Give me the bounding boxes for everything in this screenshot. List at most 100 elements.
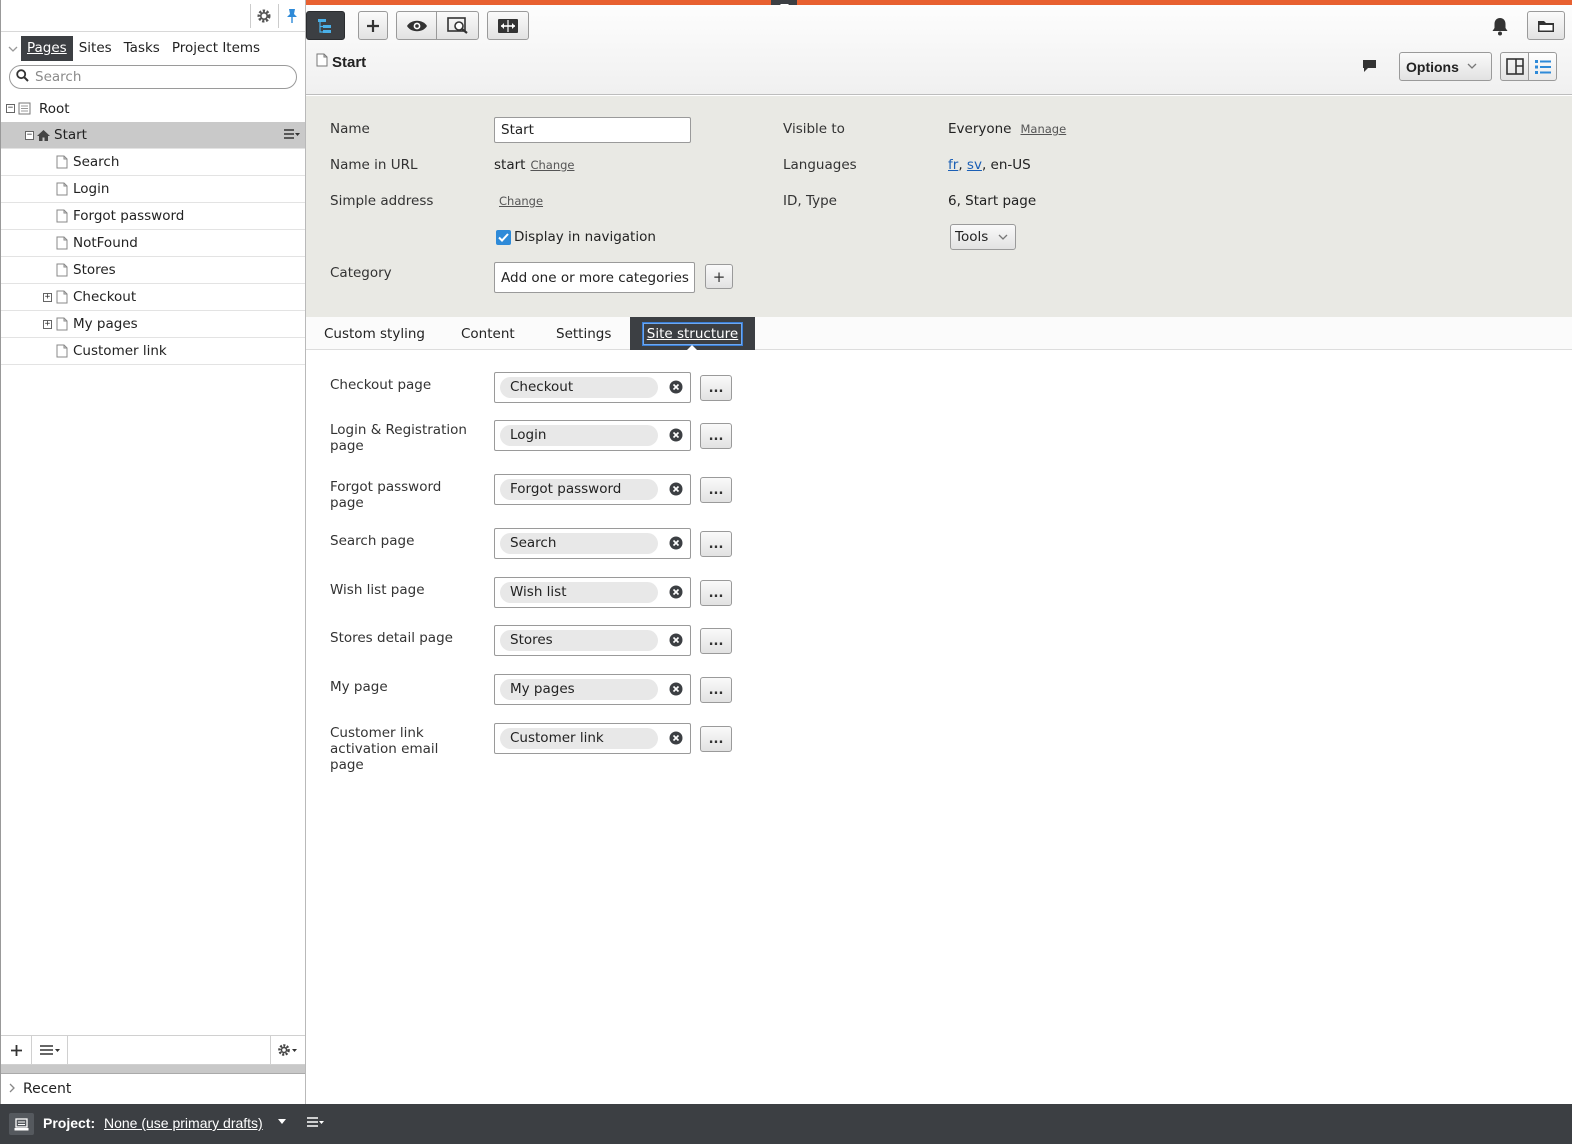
selected-page-chip: Checkout <box>500 377 658 398</box>
tree-node-login[interactable]: Login <box>1 176 305 203</box>
tree-node-start[interactable]: − Start <box>1 122 305 149</box>
on-page-edit-view-button[interactable] <box>1500 52 1529 81</box>
browse-button[interactable]: ... <box>700 677 732 703</box>
tree-node-notfound[interactable]: NotFound <box>1 230 305 257</box>
name-label: Name <box>330 121 370 137</box>
bell-icon[interactable] <box>1491 17 1509 40</box>
main-area: Start Options Name Name in URL start Chan… <box>306 0 1572 1104</box>
remove-icon[interactable] <box>669 633 683 647</box>
page-icon <box>56 155 68 169</box>
display-in-navigation-checkbox[interactable] <box>496 229 511 245</box>
pane-divider[interactable] <box>1 1065 305 1073</box>
remove-icon[interactable] <box>669 428 683 442</box>
recent-section[interactable]: Recent <box>1 1073 305 1104</box>
page-icon <box>56 209 68 223</box>
expand-icon[interactable]: + <box>43 292 52 302</box>
tree-node-label: Checkout <box>73 289 137 305</box>
add-page-button[interactable] <box>1 1036 32 1064</box>
tree-node-checkout[interactable]: + Checkout <box>1 284 305 311</box>
tree-node-search[interactable]: Search <box>1 149 305 176</box>
tab-settings[interactable]: Settings <box>556 317 611 350</box>
expand-icon[interactable]: + <box>43 319 52 329</box>
preview-eye-button[interactable] <box>396 11 437 40</box>
page-title-area: Start <box>316 53 366 71</box>
change-url-link[interactable]: Change <box>530 158 574 172</box>
language-link-sv[interactable]: sv <box>967 157 982 173</box>
add-category-button[interactable]: + <box>705 264 733 289</box>
content-selector[interactable]: Search <box>494 528 691 559</box>
remove-icon[interactable] <box>669 482 683 496</box>
browse-button[interactable]: ... <box>700 423 732 449</box>
remove-icon[interactable] <box>669 536 683 550</box>
project-menu-icon[interactable] <box>306 1116 324 1132</box>
browse-button[interactable]: ... <box>700 375 732 401</box>
project-overview-icon[interactable] <box>9 1113 34 1135</box>
tree-node-stores[interactable]: Stores <box>1 257 305 284</box>
project-selector[interactable]: None (use primary drafts) <box>104 1115 263 1131</box>
remove-icon[interactable] <box>669 585 683 599</box>
active-tab-pointer <box>686 345 698 351</box>
content-selector[interactable]: Customer link <box>494 723 691 754</box>
visible-to-value: Everyone <box>948 121 1012 137</box>
options-dropdown[interactable]: Options <box>1399 52 1492 81</box>
tab-site-structure[interactable]: Site structure <box>630 317 755 351</box>
tab-custom-styling[interactable]: Custom styling <box>324 317 425 350</box>
chevron-down-icon[interactable] <box>5 37 21 61</box>
collapse-icon[interactable]: − <box>6 104 15 113</box>
content-selector[interactable]: Wish list <box>494 577 691 608</box>
tools-dropdown[interactable]: Tools <box>950 224 1016 250</box>
content-selector[interactable]: My pages <box>494 674 691 705</box>
project-label: Project: <box>43 1115 96 1131</box>
content-selector[interactable]: Login <box>494 420 691 451</box>
selected-page-chip: Login <box>500 425 658 446</box>
all-properties-view-button[interactable] <box>1528 52 1557 81</box>
name-field[interactable] <box>494 117 691 143</box>
change-simple-address-link[interactable]: Change <box>499 194 543 208</box>
tree-menu-button[interactable] <box>32 1036 68 1064</box>
tree-node-customer-link[interactable]: Customer link <box>1 338 305 365</box>
caret-down-icon[interactable] <box>278 1117 286 1127</box>
browse-button[interactable]: ... <box>700 580 732 606</box>
display-in-navigation-label: Display in navigation <box>514 229 656 245</box>
tab-pages[interactable]: Pages <box>21 36 73 61</box>
remove-icon[interactable] <box>669 731 683 745</box>
manage-access-link[interactable]: Manage <box>1021 122 1067 136</box>
navigation-pane: Pages Sites Tasks Project Items − Root − St… <box>0 0 306 1104</box>
language-link-fr[interactable]: fr <box>948 157 958 173</box>
remove-icon[interactable] <box>669 380 683 394</box>
content-selector[interactable]: Checkout <box>494 372 691 403</box>
tree-node-my-pages[interactable]: + My pages <box>1 311 305 338</box>
category-selector[interactable]: Add one or more categories <box>494 262 695 293</box>
tree-node-root[interactable]: − Root <box>1 95 305 122</box>
pane-settings-gear-icon[interactable] <box>271 1036 305 1064</box>
tab-tasks[interactable]: Tasks <box>118 36 166 61</box>
page-tree-toggle-button[interactable] <box>306 11 345 40</box>
tab-sites[interactable]: Sites <box>73 36 118 61</box>
remove-icon[interactable] <box>669 682 683 696</box>
tab-content[interactable]: Content <box>461 317 515 350</box>
browse-button[interactable]: ... <box>700 531 732 557</box>
browse-button[interactable]: ... <box>700 628 732 654</box>
assets-pane-button[interactable] <box>1527 11 1565 40</box>
selected-page-chip: Search <box>500 533 658 554</box>
field-label: Forgot password page <box>330 479 442 511</box>
pin-icon[interactable] <box>278 4 304 28</box>
collapse-icon[interactable]: − <box>25 130 34 140</box>
compare-button[interactable] <box>487 11 529 40</box>
name-in-url-label: Name in URL <box>330 157 418 173</box>
browse-button[interactable]: ... <box>700 726 732 752</box>
view-settings-button[interactable] <box>436 11 479 40</box>
page-properties-panel: Name Name in URL start Change Simple addr… <box>306 96 1572 317</box>
visible-to-label: Visible to <box>783 121 845 137</box>
content-selector[interactable]: Stores <box>494 625 691 656</box>
comment-icon[interactable] <box>1362 59 1377 77</box>
search-input[interactable] <box>35 69 285 85</box>
content-selector[interactable]: Forgot password <box>494 474 691 505</box>
tree-node-forgot-password[interactable]: Forgot password <box>1 203 305 230</box>
browse-button[interactable]: ... <box>700 477 732 503</box>
settings-gear-icon[interactable] <box>250 4 276 28</box>
tab-project-items[interactable]: Project Items <box>166 36 266 61</box>
context-menu-icon[interactable] <box>283 128 300 142</box>
add-button[interactable] <box>358 11 388 40</box>
project-bar: Project: None (use primary drafts) <box>0 1104 1572 1144</box>
